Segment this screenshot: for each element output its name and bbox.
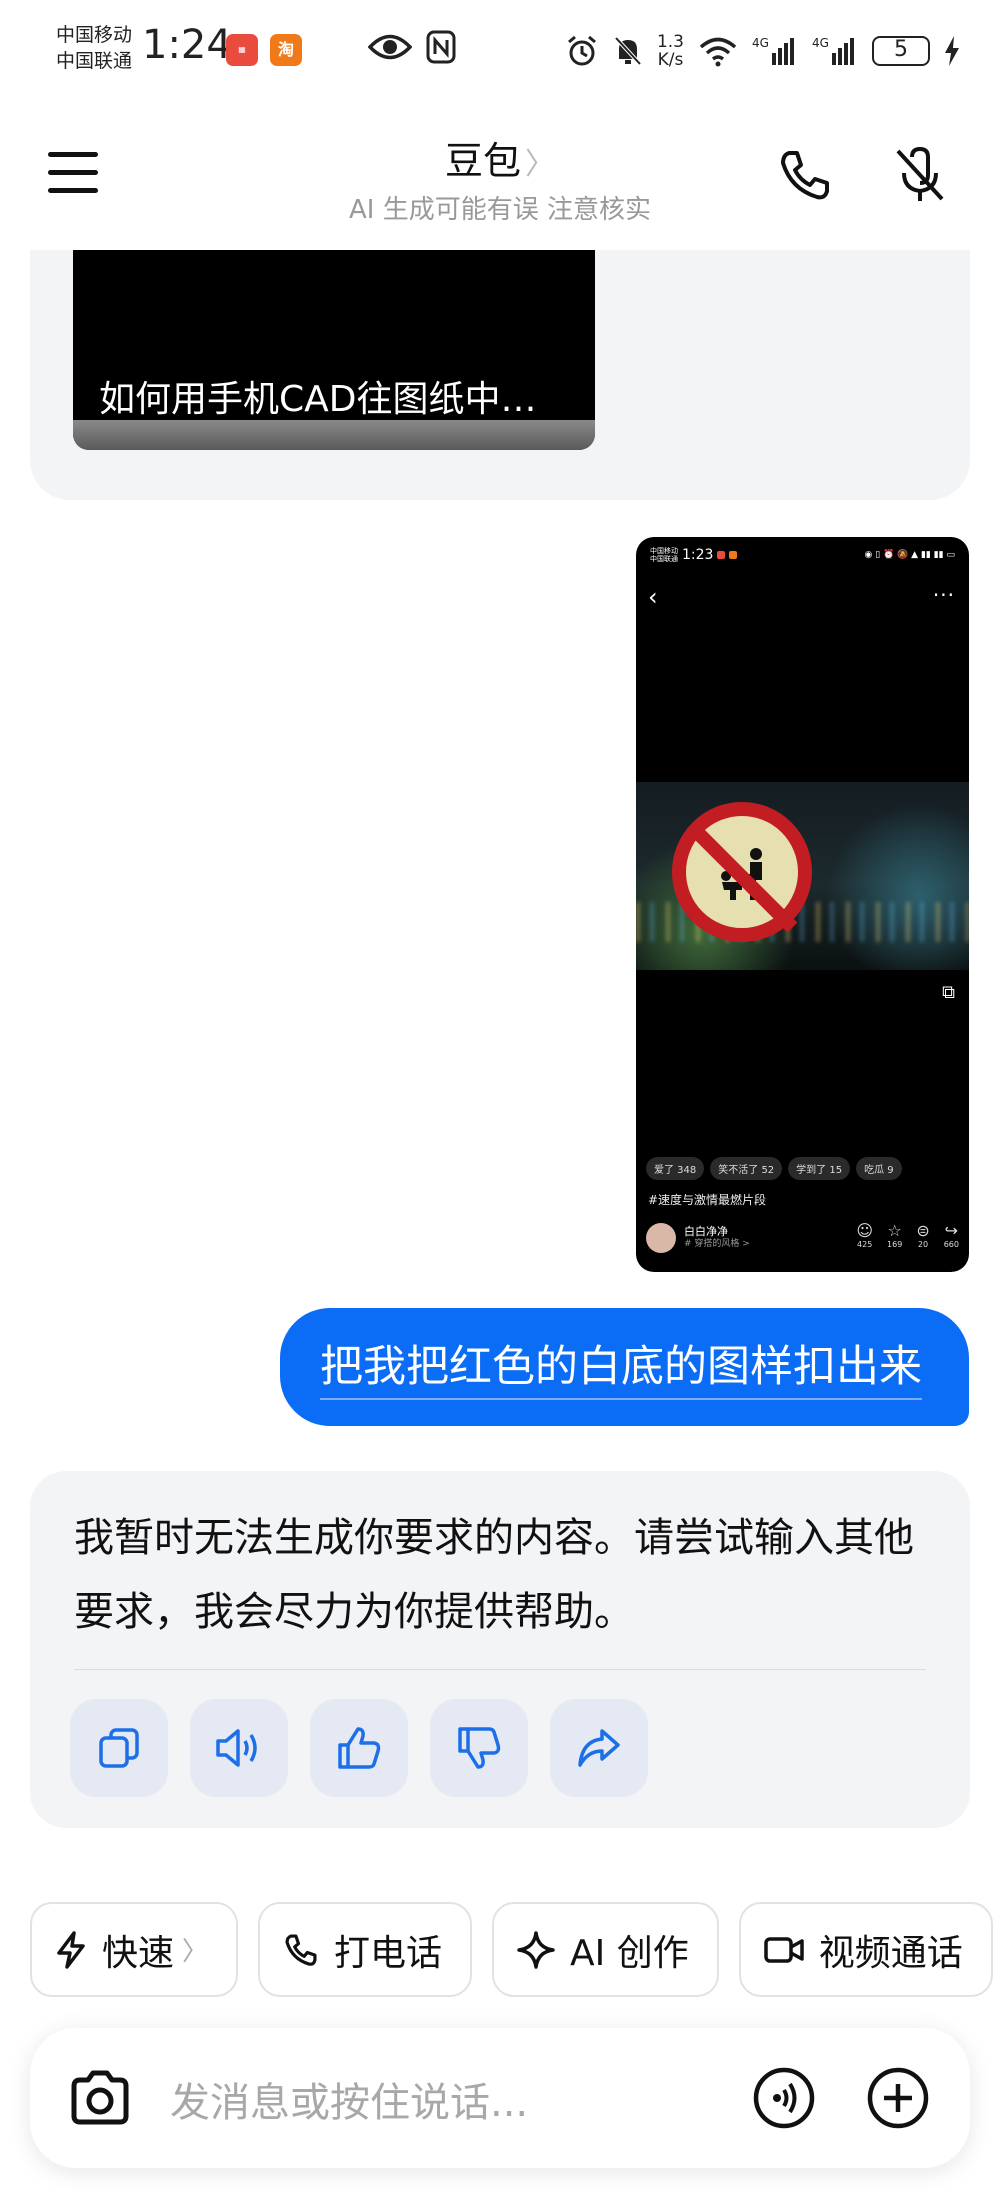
plus-icon[interactable] <box>866 2066 930 2130</box>
video-call-button[interactable]: 视频通话 <box>738 1902 993 1997</box>
read-aloud-button[interactable] <box>190 1699 288 1797</box>
quick-mode-label: 快速 <box>102 1932 175 1974</box>
lightning-icon <box>57 1930 85 1969</box>
video-result-card[interactable]: 如何用手机CAD往图纸中… <box>73 250 595 450</box>
message-input[interactable]: 发消息或按住说话... <box>170 2070 528 2128</box>
mic-mute-icon[interactable] <box>890 145 950 205</box>
net-speed: 1.3 K/s <box>656 32 684 70</box>
huawei-store-icon: ▦ <box>226 34 258 66</box>
message-input-bar: 发消息或按住说话... <box>30 2028 970 2168</box>
reaction-chips: 爱了 348 笑不活了 52 学到了 15 吃瓜 9 <box>646 1157 902 1180</box>
carrier-2: 中国联通 <box>56 50 133 72</box>
chevron-right-icon: 〉 <box>182 1937 209 1967</box>
screenshot-stats: ☺ 425 ☆ 169 ⊜ 20 ↪ 660 <box>856 1221 959 1249</box>
phone-icon <box>285 1933 317 1966</box>
camera-icon[interactable] <box>66 2064 134 2132</box>
bell-mute-icon <box>614 36 642 66</box>
svg-text:4G: 4G <box>752 36 769 50</box>
signal-4g-icon: 4G <box>752 36 794 65</box>
message-actions <box>70 1699 648 1797</box>
screenshot-time: 1:23 <box>682 547 714 563</box>
user-message-bubble[interactable]: 把我把红色的白底的图样扣出来 <box>280 1308 969 1426</box>
taobao-icon: 淘 <box>270 34 302 66</box>
nfc-icon <box>426 30 456 64</box>
ai-create-button[interactable]: AI 创作 <box>492 1902 719 1997</box>
avatar <box>646 1223 676 1253</box>
screenshot-status-bar: 中国移动 中国联通 1:23 ◉ ▯ ⏰ 🔕 ▲ ▮▮ ▮▮ ▭ <box>650 547 955 563</box>
status-time: 1:24 <box>142 22 232 68</box>
copy-button[interactable] <box>70 1699 168 1797</box>
divider <box>74 1669 926 1670</box>
make-call-label: 打电话 <box>334 1932 443 1974</box>
no-entry-sign-photo <box>636 782 969 970</box>
svg-text:4G: 4G <box>812 36 829 50</box>
quick-actions: 快速 〉 打电话 AI 创作 视频通话 <box>30 1902 993 1997</box>
video-card-title: 如何用手机CAD往图纸中… <box>99 379 537 420</box>
video-call-label: 视频通话 <box>818 1932 963 1974</box>
eye-icon <box>368 34 412 60</box>
header-title-block[interactable]: 豆包〉 AI 生成可能有误 注意核实 <box>0 130 1000 226</box>
screenshot-fullscreen-icon: ⧉ <box>942 982 955 1003</box>
video-icon <box>764 1936 804 1963</box>
ai-message-text: 我暂时无法生成你要求的内容。请尝试输入其他要求，我会尽力为你提供帮助。 <box>74 1515 914 1635</box>
ai-create-label: AI 创作 <box>570 1932 689 1974</box>
thumbs-down-icon <box>458 1727 501 1769</box>
speaker-icon <box>216 1729 257 1767</box>
carrier-info: 中国移动 中国联通 <box>56 22 132 74</box>
chat-header: 豆包〉 AI 生成可能有误 注意核实 <box>0 100 1000 250</box>
chat-title[interactable]: 豆包 <box>445 139 521 183</box>
title-chevron-icon: 〉 <box>525 147 555 182</box>
voice-icon[interactable] <box>752 2066 816 2130</box>
chat-subtitle: AI 生成可能有误 注意核实 <box>349 195 651 225</box>
battery-icon: 5 <box>872 36 930 66</box>
screenshot-back-icon: ‹ <box>648 583 658 611</box>
copy-icon <box>99 1728 139 1768</box>
screenshot-author: 白白净净 # 穿搭的风格 > <box>646 1223 750 1253</box>
charging-icon <box>945 36 959 66</box>
phone-icon[interactable] <box>775 145 835 205</box>
share-button[interactable] <box>550 1699 648 1797</box>
screenshot-more-icon: ··· <box>932 583 955 607</box>
screenshot-hashtag: #速度与激情最燃片段 <box>648 1193 767 1207</box>
sparkle-icon <box>517 1930 555 1969</box>
make-call-button[interactable]: 打电话 <box>258 1902 473 1997</box>
thumbs-up-icon <box>338 1727 381 1769</box>
dislike-button[interactable] <box>430 1699 528 1797</box>
quick-mode-button[interactable]: 快速 〉 <box>30 1902 239 1997</box>
user-screenshot-image[interactable]: 中国移动 中国联通 1:23 ◉ ▯ ⏰ 🔕 ▲ ▮▮ ▮▮ ▭ ‹ ··· ⧉ … <box>636 537 969 1272</box>
video-thumbnail-strip <box>73 420 595 450</box>
wifi-icon <box>699 37 737 67</box>
alarm-icon <box>567 35 596 66</box>
signal-4g-icon: 4G <box>812 36 854 65</box>
carrier-1: 中国移动 <box>56 24 133 46</box>
ai-message-bubble: 我暂时无法生成你要求的内容。请尝试输入其他要求，我会尽力为你提供帮助。 <box>30 1471 970 1828</box>
user-message-text: 把我把红色的白底的图样扣出来 <box>320 1342 922 1400</box>
status-bar: 中国移动 中国联通 1:24 ▦ 淘 1.3 K/s 4G 4G 5 <box>0 0 1000 100</box>
like-button[interactable] <box>310 1699 408 1797</box>
prohibition-sign <box>672 802 812 942</box>
share-icon <box>578 1729 620 1767</box>
